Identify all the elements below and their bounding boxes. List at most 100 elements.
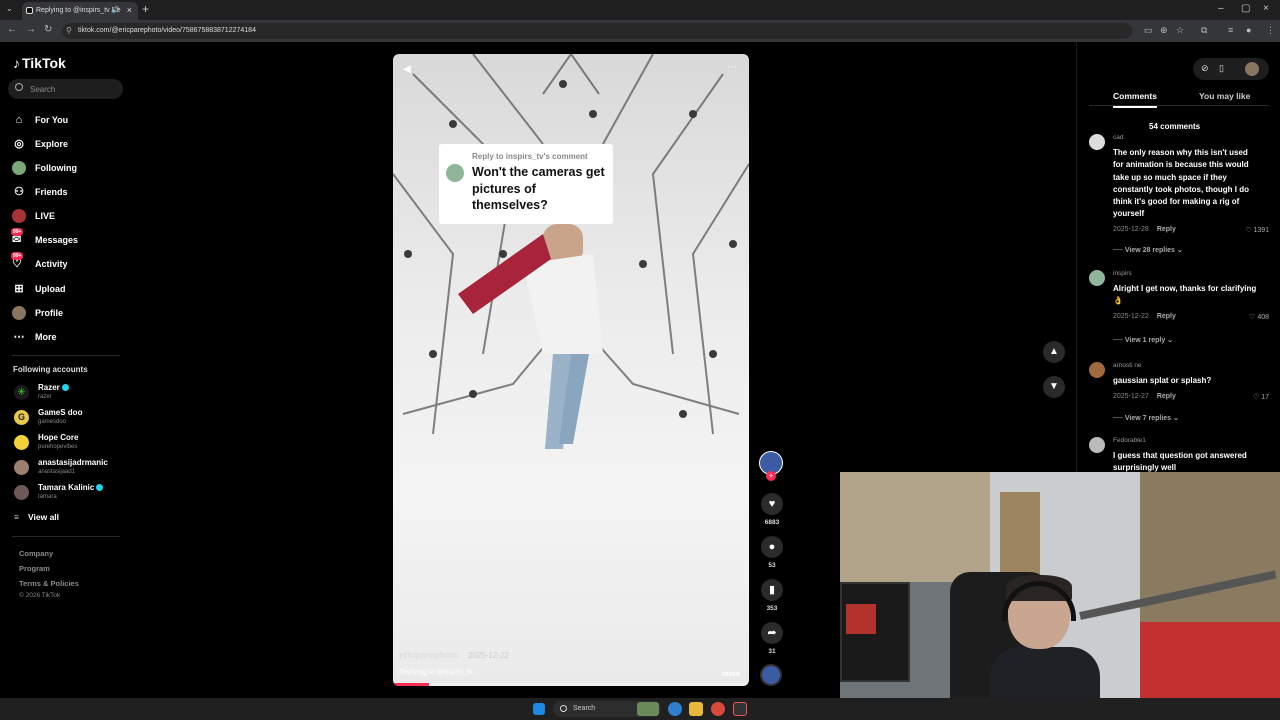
- like-button[interactable]: ♥ 6883: [760, 493, 784, 526]
- comment-avatar[interactable]: [1089, 437, 1105, 453]
- nav-following[interactable]: Following: [12, 159, 122, 179]
- volume-icon[interactable]: ◀: [403, 64, 411, 75]
- video-author[interactable]: ericparephoto: [399, 650, 459, 660]
- user-avatar[interactable]: [1245, 62, 1259, 76]
- previous-video-button[interactable]: ▲: [1043, 341, 1065, 363]
- account-handle: anastasijaad1: [38, 469, 76, 475]
- reload-icon[interactable]: ↻: [44, 24, 52, 35]
- minimize-icon[interactable]: –: [1218, 3, 1224, 14]
- account-handle: tamara: [38, 494, 57, 500]
- account-razer[interactable]: ✳ Razer razer: [14, 382, 124, 404]
- comment-avatar[interactable]: [1089, 134, 1105, 150]
- account-games-doo[interactable]: G GameS doo gamesdoo: [14, 407, 124, 429]
- nav-upload[interactable]: ⊞ Upload: [12, 280, 122, 300]
- more-options-icon[interactable]: ⋯: [727, 62, 737, 73]
- close-window-icon[interactable]: ×: [1263, 3, 1269, 14]
- view-all-button[interactable]: ≡ View all: [14, 512, 59, 522]
- chrome-icon[interactable]: [711, 702, 725, 716]
- nav-live[interactable]: LIVE: [12, 207, 122, 227]
- view-all-label: View all: [28, 512, 60, 522]
- start-icon[interactable]: [533, 703, 545, 715]
- share-count: 31: [768, 648, 776, 655]
- nav-more[interactable]: ⋯ More: [12, 328, 122, 348]
- comment-user[interactable]: arnosti ne: [1113, 362, 1142, 369]
- next-video-button[interactable]: ▼: [1043, 376, 1065, 398]
- view-replies-button[interactable]: ── View 7 replies ⌄: [1113, 414, 1179, 422]
- forward-icon[interactable]: →: [26, 24, 36, 35]
- nav-label: Friends: [35, 187, 68, 197]
- comment-user[interactable]: Fedorable1: [1113, 437, 1146, 444]
- follow-plus-icon[interactable]: +: [766, 471, 776, 481]
- bookmark-star-icon[interactable]: ☆: [1176, 25, 1184, 36]
- account-tamara-kalinic[interactable]: Tamara Kalinic tamara: [14, 482, 124, 504]
- new-tab-icon[interactable]: +: [142, 2, 149, 16]
- comment-avatar[interactable]: [1089, 362, 1105, 378]
- video-player[interactable]: ◀ ⋯ Reply to inspirs_tv's comment Won't …: [393, 54, 749, 686]
- windows-taskbar: Search: [0, 698, 1280, 720]
- browser-tab-bar: ⌄ Replying to @inspirs_tv Ne 🔊 × + – ▢ ×: [0, 0, 1280, 20]
- share-button[interactable]: ➦ 31: [760, 622, 784, 655]
- view-replies-button[interactable]: ── View 1 reply ⌄: [1113, 336, 1173, 344]
- webcam-window: [840, 472, 995, 582]
- footer-terms[interactable]: Terms & Policies: [19, 579, 79, 588]
- cast-icon[interactable]: ▭: [1144, 25, 1153, 36]
- zoom-icon[interactable]: ⊕: [1160, 25, 1168, 36]
- music-disc-icon[interactable]: [760, 664, 782, 686]
- nav-explore[interactable]: ◎ Explore: [12, 135, 122, 155]
- caption-more-button[interactable]: more: [722, 669, 740, 678]
- nav-label: Following: [35, 163, 77, 173]
- save-button[interactable]: ▮ 353: [760, 579, 784, 612]
- tiktok-logo[interactable]: ♪ TikTok: [13, 55, 66, 71]
- maximize-icon[interactable]: ▢: [1241, 3, 1250, 14]
- comment-item: cad The only reason why this isn't used …: [1089, 134, 1269, 264]
- nav-friends[interactable]: ⚇ Friends: [12, 183, 122, 203]
- extensions-icon[interactable]: ⧉: [1201, 25, 1207, 36]
- edge-icon[interactable]: [668, 702, 682, 716]
- nav-messages[interactable]: ✉ 99+ Messages: [11, 228, 122, 251]
- tab-you-may-like[interactable]: You may like: [1199, 91, 1250, 101]
- search-input[interactable]: Search: [8, 79, 123, 99]
- view-replies-button[interactable]: ── View 28 replies ⌄: [1113, 246, 1183, 254]
- comment-user[interactable]: inspirs: [1113, 270, 1132, 277]
- back-icon[interactable]: ←: [7, 24, 17, 35]
- video-caption: Replying to @inspirs_tv ...: [399, 669, 481, 676]
- address-bar: ← → ↻ ⚲ tiktok.com/@ericparephoto/video/…: [0, 20, 1280, 42]
- reply-to-label: Reply to inspirs_tv's comment: [472, 152, 588, 161]
- nav-label: More: [35, 332, 57, 342]
- comment-likes[interactable]: ♡ 408: [1249, 313, 1269, 321]
- reply-button[interactable]: Reply: [1157, 393, 1176, 400]
- nav-for-you[interactable]: ⌂ For You: [12, 111, 122, 131]
- audio-icon[interactable]: 🔊: [111, 6, 120, 14]
- comment-user[interactable]: cad: [1113, 134, 1123, 141]
- downloads-icon[interactable]: ≡: [1228, 25, 1233, 35]
- nav-activity[interactable]: ♡ 99+ Activity: [11, 252, 122, 275]
- footer-program[interactable]: Program: [19, 564, 50, 573]
- site-info-icon[interactable]: ⚲: [66, 26, 72, 35]
- account-anastasijadrmanic[interactable]: anastasijadrmanic anastasijaad1: [14, 457, 124, 479]
- url-field[interactable]: ⚲ tiktok.com/@ericparephoto/video/758675…: [62, 23, 1132, 39]
- reply-button[interactable]: Reply: [1157, 313, 1176, 320]
- comment-button[interactable]: ● 53: [760, 536, 784, 569]
- device-icon[interactable]: ▯: [1219, 63, 1224, 74]
- account-handle: purehopevibes: [38, 444, 78, 450]
- menu-icon[interactable]: ⋮: [1266, 25, 1275, 36]
- compass-icon[interactable]: ⊘: [1201, 63, 1209, 74]
- comment-avatar[interactable]: [1089, 270, 1105, 286]
- comment-likes[interactable]: ♡ 1391: [1245, 226, 1269, 234]
- profile-icon[interactable]: ●: [1246, 25, 1251, 35]
- tab-search-icon[interactable]: ⌄: [6, 4, 13, 13]
- divider: [12, 536, 120, 537]
- footer-company[interactable]: Company: [19, 549, 53, 558]
- account-hope-core[interactable]: Hope Core purehopevibes: [14, 432, 124, 454]
- file-explorer-icon[interactable]: [689, 702, 703, 716]
- widgets-icon[interactable]: [637, 702, 659, 716]
- video-progress-bar[interactable]: [393, 683, 749, 686]
- comment-text: The only reason why this isn't used for …: [1113, 148, 1249, 219]
- verified-icon: [96, 484, 104, 492]
- app-icon[interactable]: [733, 702, 747, 716]
- comment-likes[interactable]: ♡ 17: [1253, 393, 1269, 401]
- close-tab-icon[interactable]: ×: [127, 5, 132, 15]
- reply-button[interactable]: Reply: [1157, 226, 1176, 233]
- nav-profile[interactable]: Profile: [12, 304, 122, 324]
- browser-tab[interactable]: Replying to @inspirs_tv Ne 🔊 ×: [22, 2, 138, 20]
